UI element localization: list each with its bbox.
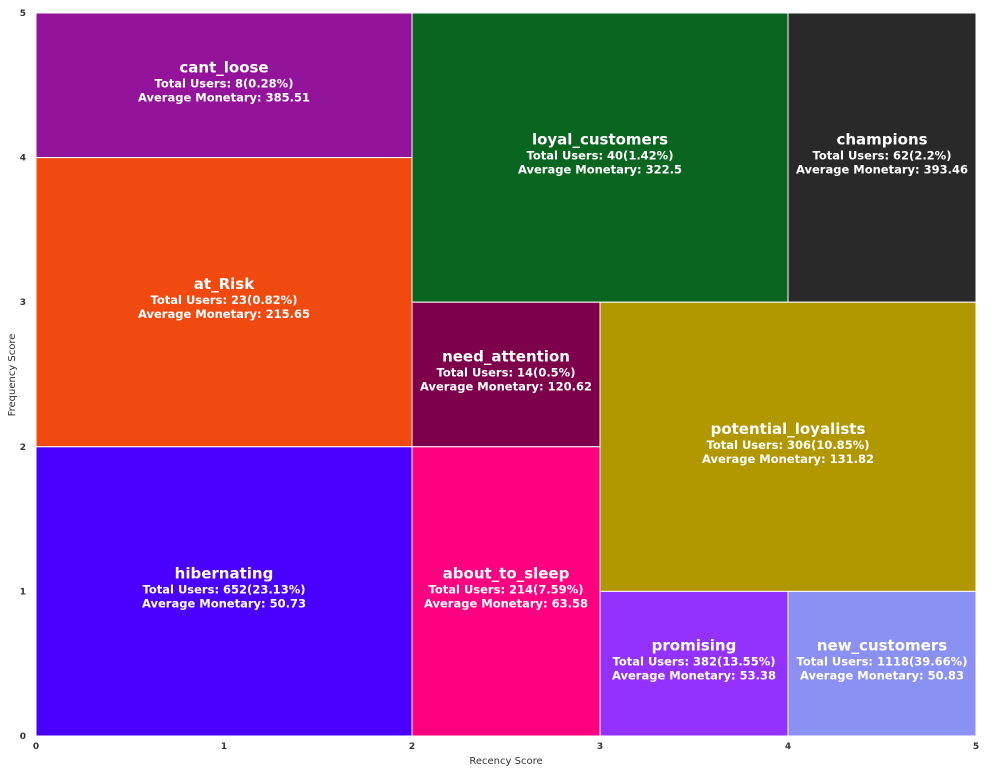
- segment-total-users: Total Users: 1118(39.66%): [797, 655, 968, 669]
- y-tick-label: 5: [20, 9, 26, 19]
- segment-about-to-sleep: about_to_sleepTotal Users: 214(7.59%)Ave…: [411, 446, 601, 737]
- segment-average-monetary: Average Monetary: 50.83: [800, 669, 964, 683]
- y-tick-label: 1: [20, 587, 26, 597]
- x-tick-label: 3: [597, 742, 603, 752]
- plot-area: cant_looseTotal Users: 8(0.28%)Average M…: [35, 12, 977, 737]
- treemap-chart: cant_looseTotal Users: 8(0.28%)Average M…: [7, 9, 979, 767]
- segment-average-monetary: Average Monetary: 385.51: [138, 90, 310, 104]
- segment-loyal-customers: loyal_customersTotal Users: 40(1.42%)Ave…: [411, 12, 789, 303]
- segment-average-monetary: Average Monetary: 63.58: [424, 596, 588, 610]
- segment-name: at_Risk: [194, 275, 255, 293]
- segment-promising: promisingTotal Users: 382(13.55%)Average…: [599, 590, 789, 737]
- x-axis-label: Recency Score: [469, 756, 542, 767]
- segment-average-monetary: Average Monetary: 131.82: [702, 452, 874, 466]
- segment-average-monetary: Average Monetary: 215.65: [138, 307, 310, 321]
- segment-total-users: Total Users: 306(10.85%): [707, 438, 870, 452]
- y-tick-label: 0: [20, 732, 26, 742]
- segment-need-attention: need_attentionTotal Users: 14(0.5%)Avera…: [411, 301, 601, 448]
- segment-hibernating: hibernatingTotal Users: 652(23.13%)Avera…: [35, 446, 413, 737]
- segment-name: loyal_customers: [532, 131, 668, 149]
- y-tick-label: 2: [20, 443, 26, 453]
- segment-name: need_attention: [442, 348, 570, 366]
- y-axis-ticks: 0 1 2 3 4 5: [20, 9, 26, 742]
- y-axis-label: Frequency Score: [7, 334, 18, 417]
- y-tick-label: 4: [20, 154, 26, 164]
- segment-potential-loyalists: potential_loyalistsTotal Users: 306(10.8…: [599, 301, 977, 592]
- segment-total-users: Total Users: 214(7.59%): [429, 582, 584, 596]
- segment-new-customers: new_customersTotal Users: 1118(39.66%)Av…: [787, 590, 977, 737]
- x-axis-ticks: 0 1 2 3 4 5: [33, 742, 979, 752]
- segment-total-users: Total Users: 62(2.2%): [813, 149, 952, 163]
- segment-name: cant_loose: [179, 58, 268, 76]
- segment-name: potential_loyalists: [711, 420, 866, 438]
- x-tick-label: 5: [973, 742, 979, 752]
- segment-average-monetary: Average Monetary: 393.46: [796, 163, 968, 177]
- x-tick-label: 2: [409, 742, 415, 752]
- x-tick-label: 0: [33, 742, 39, 752]
- segment-name: promising: [652, 637, 737, 655]
- segment-at-risk: at_RiskTotal Users: 23(0.82%)Average Mon…: [35, 157, 413, 448]
- segment-total-users: Total Users: 652(23.13%): [143, 582, 306, 596]
- segment-champions: championsTotal Users: 62(2.2%)Average Mo…: [787, 12, 977, 303]
- y-tick-label: 3: [20, 298, 26, 308]
- segment-name: champions: [836, 131, 927, 149]
- segment-name: new_customers: [817, 637, 947, 655]
- segment-name: hibernating: [175, 564, 274, 582]
- segment-average-monetary: Average Monetary: 53.38: [612, 669, 776, 683]
- segment-total-users: Total Users: 40(1.42%): [527, 149, 674, 163]
- segment-average-monetary: Average Monetary: 50.73: [142, 596, 306, 610]
- x-tick-label: 4: [785, 742, 791, 752]
- segment-average-monetary: Average Monetary: 322.5: [518, 163, 682, 177]
- segment-total-users: Total Users: 14(0.5%): [437, 366, 576, 380]
- segment-total-users: Total Users: 23(0.82%): [151, 293, 298, 307]
- segment-name: about_to_sleep: [443, 564, 570, 582]
- x-tick-label: 1: [221, 742, 227, 752]
- segment-total-users: Total Users: 382(13.55%): [613, 655, 776, 669]
- segment-total-users: Total Users: 8(0.28%): [155, 76, 294, 90]
- segment-average-monetary: Average Monetary: 120.62: [420, 380, 592, 394]
- segment-cant-loose: cant_looseTotal Users: 8(0.28%)Average M…: [35, 12, 413, 159]
